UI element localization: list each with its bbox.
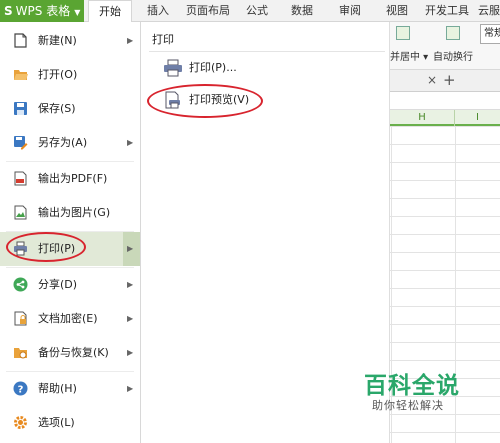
menu-label-help: 帮助(H) — [38, 382, 77, 395]
menu-item-share[interactable]: 分享(D) ▶ — [0, 268, 140, 302]
svg-text:?: ? — [18, 385, 24, 396]
menu-item-backup[interactable]: 备份与恢复(K) ▶ — [0, 336, 140, 370]
printer-icon — [164, 59, 182, 77]
new-file-icon — [14, 33, 27, 48]
menu-label-save-as: 另存为(A) — [38, 136, 88, 149]
wps-logo-icon: S — [4, 4, 13, 18]
submenu-title: 打印 — [152, 33, 174, 46]
menu-item-save-as[interactable]: 另存为(A) ▶ — [0, 126, 140, 160]
backup-icon — [14, 348, 27, 359]
folder-open-icon — [14, 70, 28, 80]
help-icon: ? — [13, 381, 28, 396]
wrap-text-button[interactable]: 自动换行 — [433, 48, 473, 63]
share-icon — [13, 277, 28, 292]
menu-label-new: 新建(N) — [38, 34, 77, 47]
ribbon-tab-bar: S WPS 表格 ▼ 开始 插入 页面布局 公式 数据 审阅 视图 开发工具 云服 — [0, 0, 500, 23]
column-header-h[interactable]: H — [390, 110, 454, 126]
menu-item-new[interactable]: 新建(N) ▶ — [0, 24, 140, 58]
menu-label-options: 选项(L) — [38, 416, 75, 429]
menu-item-export-image[interactable]: 输出为图片(G) — [0, 196, 140, 230]
menu-item-export-pdf[interactable]: 输出为PDF(F) — [0, 162, 140, 196]
number-format-select[interactable]: 常规 — [480, 24, 500, 44]
wps-app-menu-label: WPS 表格 — [15, 4, 71, 18]
tab-review[interactable]: 审阅 — [339, 0, 361, 22]
column-header-i[interactable]: I — [454, 110, 500, 126]
close-tab-icon[interactable]: × — [427, 73, 437, 87]
chevron-right-icon: ▶ — [127, 244, 134, 253]
chevron-right-icon: ▶ — [127, 384, 134, 393]
menu-label-encrypt: 文档加密(E) — [38, 312, 98, 325]
file-menu: 新建(N) ▶ 打开(O) 保存(S) 另存为(A) ▶ 输出为PDF(F) 输… — [0, 22, 141, 443]
menu-label-share: 分享(D) — [38, 278, 78, 291]
document-tab-strip: × + — [390, 70, 500, 92]
save-icon — [14, 102, 27, 115]
merge-center-icon[interactable] — [396, 26, 410, 40]
menu-item-save[interactable]: 保存(S) — [0, 92, 140, 126]
chevron-right-icon: ▶ — [127, 36, 134, 45]
watermark: 百科全说 助你轻松解决 — [330, 366, 490, 428]
tab-cloud[interactable]: 云服 — [478, 0, 500, 22]
menu-label-export-pdf: 输出为PDF(F) — [38, 172, 108, 185]
annotation-circle-print-preview — [147, 84, 263, 118]
save-as-icon — [14, 136, 28, 150]
chevron-right-icon: ▶ — [127, 348, 134, 357]
menu-item-help[interactable]: ? 帮助(H) ▶ — [0, 372, 140, 406]
column-headers: H I — [390, 110, 500, 126]
menu-label-export-image: 输出为图片(G) — [38, 206, 111, 219]
menu-item-options[interactable]: 选项(L) — [0, 406, 140, 440]
menu-item-open[interactable]: 打开(O) — [0, 58, 140, 92]
tab-view[interactable]: 视图 — [386, 0, 408, 22]
formula-bar[interactable] — [390, 92, 500, 110]
tab-page-layout[interactable]: 页面布局 — [186, 0, 230, 22]
menu-label-save: 保存(S) — [38, 102, 76, 115]
wrap-text-icon[interactable] — [446, 26, 460, 40]
chevron-right-icon: ▶ — [127, 138, 134, 147]
new-tab-icon[interactable]: + — [443, 71, 456, 89]
submenu-label-print: 打印(P)... — [189, 61, 237, 74]
tab-formulas[interactable]: 公式 — [246, 0, 268, 22]
tab-developer[interactable]: 开发工具 — [425, 0, 469, 22]
menu-label-open: 打开(O) — [38, 68, 78, 81]
watermark-title: 百科全说 — [364, 373, 460, 399]
merge-center-button[interactable]: 并居中 ▾ — [390, 48, 428, 63]
wps-app-menu-button[interactable]: S WPS 表格 ▼ — [0, 0, 84, 22]
chevron-right-icon: ▶ — [127, 314, 134, 323]
tab-data[interactable]: 数据 — [291, 0, 313, 22]
image-export-icon — [14, 205, 27, 220]
watermark-subtitle: 助你轻松解决 — [372, 399, 444, 412]
menu-item-encrypt[interactable]: 文档加密(E) ▶ — [0, 302, 140, 336]
chevron-down-icon: ▼ — [74, 8, 81, 17]
encrypt-icon — [14, 311, 27, 326]
tab-insert[interactable]: 插入 — [147, 0, 169, 22]
pdf-icon — [14, 171, 27, 186]
menu-label-backup: 备份与恢复(K) — [38, 346, 109, 359]
submenu-divider — [149, 51, 385, 52]
tab-home[interactable]: 开始 — [88, 0, 132, 23]
chevron-right-icon: ▶ — [127, 280, 134, 289]
submenu-item-print[interactable]: 打印(P)... — [141, 53, 389, 83]
options-gear-icon — [14, 416, 27, 429]
annotation-circle-print — [6, 232, 86, 262]
